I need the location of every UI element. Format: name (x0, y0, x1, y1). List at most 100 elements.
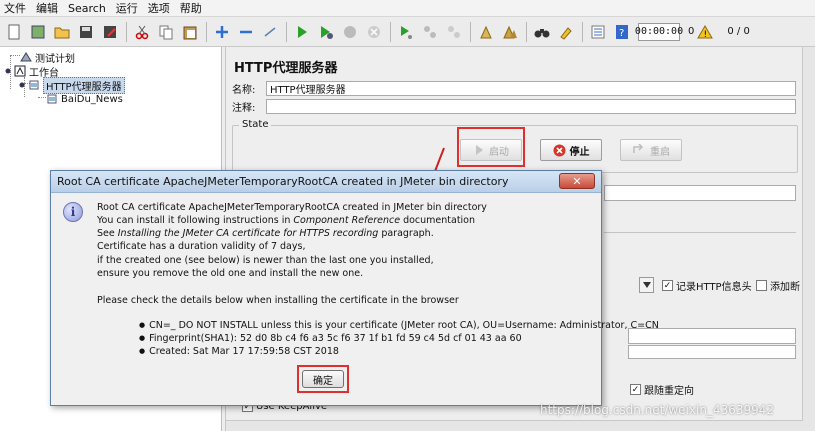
dialog-title: Root CA certificate ApacheJMeterTemporar… (57, 175, 509, 188)
toolbar-separator (526, 21, 527, 42)
new-icon[interactable] (4, 22, 24, 42)
dialog-body: i Root CA certificate ApacheJMeterTempor… (51, 193, 659, 405)
record-http-checkbox[interactable]: ✓ (662, 280, 673, 291)
name-field[interactable]: HTTP代理服务器 (266, 81, 796, 96)
follow-redirect-checkbox[interactable]: ✓ (630, 384, 641, 395)
message-text: paragraph. (378, 228, 434, 239)
tree-item-http-proxy[interactable]: HTTP代理服务器 (18, 76, 125, 94)
message-line: Root CA certificate ApacheJMeterTemporar… (97, 202, 487, 213)
toolbar-separator (286, 21, 287, 42)
record-http-option[interactable]: ✓ 记录HTTP信息头 (662, 278, 752, 293)
expand-toggle-icon[interactable] (18, 81, 26, 89)
tree-item-label: 测试计划 (35, 53, 75, 65)
prefix-field[interactable] (628, 345, 796, 359)
add-assertion-label: 添加断 (770, 282, 800, 293)
save-icon[interactable] (76, 22, 96, 42)
message-line: ensure you remove the old one and instal… (97, 268, 364, 279)
info-icon: i (63, 202, 83, 222)
stop-icon[interactable] (340, 22, 360, 42)
toggle-icon[interactable] (260, 22, 280, 42)
tree-item-baidu-news[interactable]: BaiDu_News (46, 92, 123, 106)
highlight-box (297, 365, 349, 393)
component-reference-text: Component Reference (293, 215, 401, 226)
watermark: https://blog.csdn.net/weixin_43639942 (540, 403, 775, 417)
search-icon[interactable] (532, 22, 552, 42)
root-ca-dialog: Root CA certificate ApacheJMeterTemporar… (50, 170, 659, 406)
message-line: Certificate has a duration validity of 7… (97, 241, 306, 252)
toolbar-separator (390, 21, 391, 42)
name-label: 名称: (232, 85, 256, 96)
menu-file[interactable]: 文件 (4, 0, 26, 16)
remote-shutdown-icon[interactable] (444, 22, 464, 42)
toolbar-separator (470, 21, 471, 42)
add-assertion-checkbox[interactable] (756, 280, 767, 291)
state-legend: State (239, 119, 272, 130)
page-title: HTTP代理服务器 (234, 61, 338, 76)
restart-button[interactable]: 重启 (620, 139, 682, 161)
toolbar-separator (582, 21, 583, 42)
stop-button[interactable]: 停止 (540, 139, 602, 161)
message-text: documentation (400, 215, 476, 226)
expand-toggle-icon[interactable] (4, 67, 12, 75)
chevron-down-icon (642, 282, 651, 288)
installing-ca-text: Installing the JMeter CA certificate for… (117, 228, 379, 239)
warning-icon: ! (697, 24, 714, 39)
certificate-detail: Created: Sat Mar 17 17:59:58 CST 2018 (139, 346, 339, 357)
stop-button-label: 停止 (569, 146, 590, 158)
reset-search-icon[interactable] (556, 22, 576, 42)
restart-icon (633, 144, 644, 153)
menu-help[interactable]: 帮助 (180, 0, 202, 16)
grouping-dropdown[interactable] (639, 277, 654, 293)
tree-item-label: BaiDu_News (61, 93, 123, 105)
copy-icon[interactable] (156, 22, 176, 42)
expand-icon[interactable] (212, 22, 232, 42)
warning-count: 0 (688, 26, 695, 37)
certificate-detail: Fingerprint(SHA1): 52 d0 8b c4 f6 a3 5c … (139, 333, 522, 344)
certificate-detail: CN=_ DO NOT INSTALL unless this is your … (139, 320, 659, 331)
follow-redirect-option[interactable]: ✓ 跟随重定向 (630, 382, 694, 397)
section-divider (604, 232, 796, 233)
add-assertion-option[interactable]: 添加断 (756, 278, 800, 293)
remote-stop-icon[interactable] (420, 22, 440, 42)
start-no-pause-icon[interactable] (316, 22, 336, 42)
templates-icon[interactable] (28, 22, 48, 42)
clear-all-icon[interactable] (500, 22, 520, 42)
name-row: 名称: HTTP代理服务器 (232, 81, 796, 96)
close-button[interactable]: ✕ (559, 173, 595, 189)
test-plan-icon (20, 52, 32, 62)
help-icon[interactable]: ? (612, 22, 632, 42)
message-line: if the created one (see below) is newer … (97, 255, 434, 266)
cut-icon[interactable] (132, 22, 152, 42)
svg-text:?: ? (619, 28, 624, 39)
horizontal-scrollbar[interactable] (226, 420, 803, 431)
thread-count: 0 / 0 (727, 26, 750, 37)
open-icon[interactable] (52, 22, 72, 42)
toolbar-separator (126, 21, 127, 42)
menu-edit[interactable]: 编辑 (36, 0, 58, 16)
comment-field[interactable] (266, 99, 796, 114)
menu-run[interactable]: 运行 (116, 0, 138, 16)
port-field[interactable] (604, 185, 796, 201)
follow-redirect-label: 跟随重定向 (644, 386, 694, 397)
save-as-icon[interactable] (100, 22, 120, 42)
menu-search[interactable]: Search (68, 2, 106, 15)
clear-icon[interactable] (476, 22, 496, 42)
svg-text:!: ! (704, 30, 708, 39)
message-text: See (97, 228, 118, 239)
comment-label: 注释: (232, 103, 256, 114)
start-icon[interactable] (292, 22, 312, 42)
tree-item-test-plan[interactable]: 测试计划 (20, 50, 75, 65)
workbench-icon (14, 65, 26, 77)
message-line: You can install it following instruction… (97, 215, 475, 226)
stop-circle-icon (553, 144, 565, 156)
vertical-scrollbar[interactable] (802, 47, 815, 431)
function-helper-icon[interactable] (588, 22, 608, 42)
collapse-icon[interactable] (236, 22, 256, 42)
paste-icon[interactable] (180, 22, 200, 42)
remote-start-icon[interactable] (396, 22, 416, 42)
proxy-icon (29, 80, 39, 90)
menu-options[interactable]: 选项 (148, 0, 170, 16)
comment-row: 注释: (232, 99, 796, 114)
shutdown-icon[interactable] (364, 22, 384, 42)
toolbar-separator (206, 21, 207, 42)
